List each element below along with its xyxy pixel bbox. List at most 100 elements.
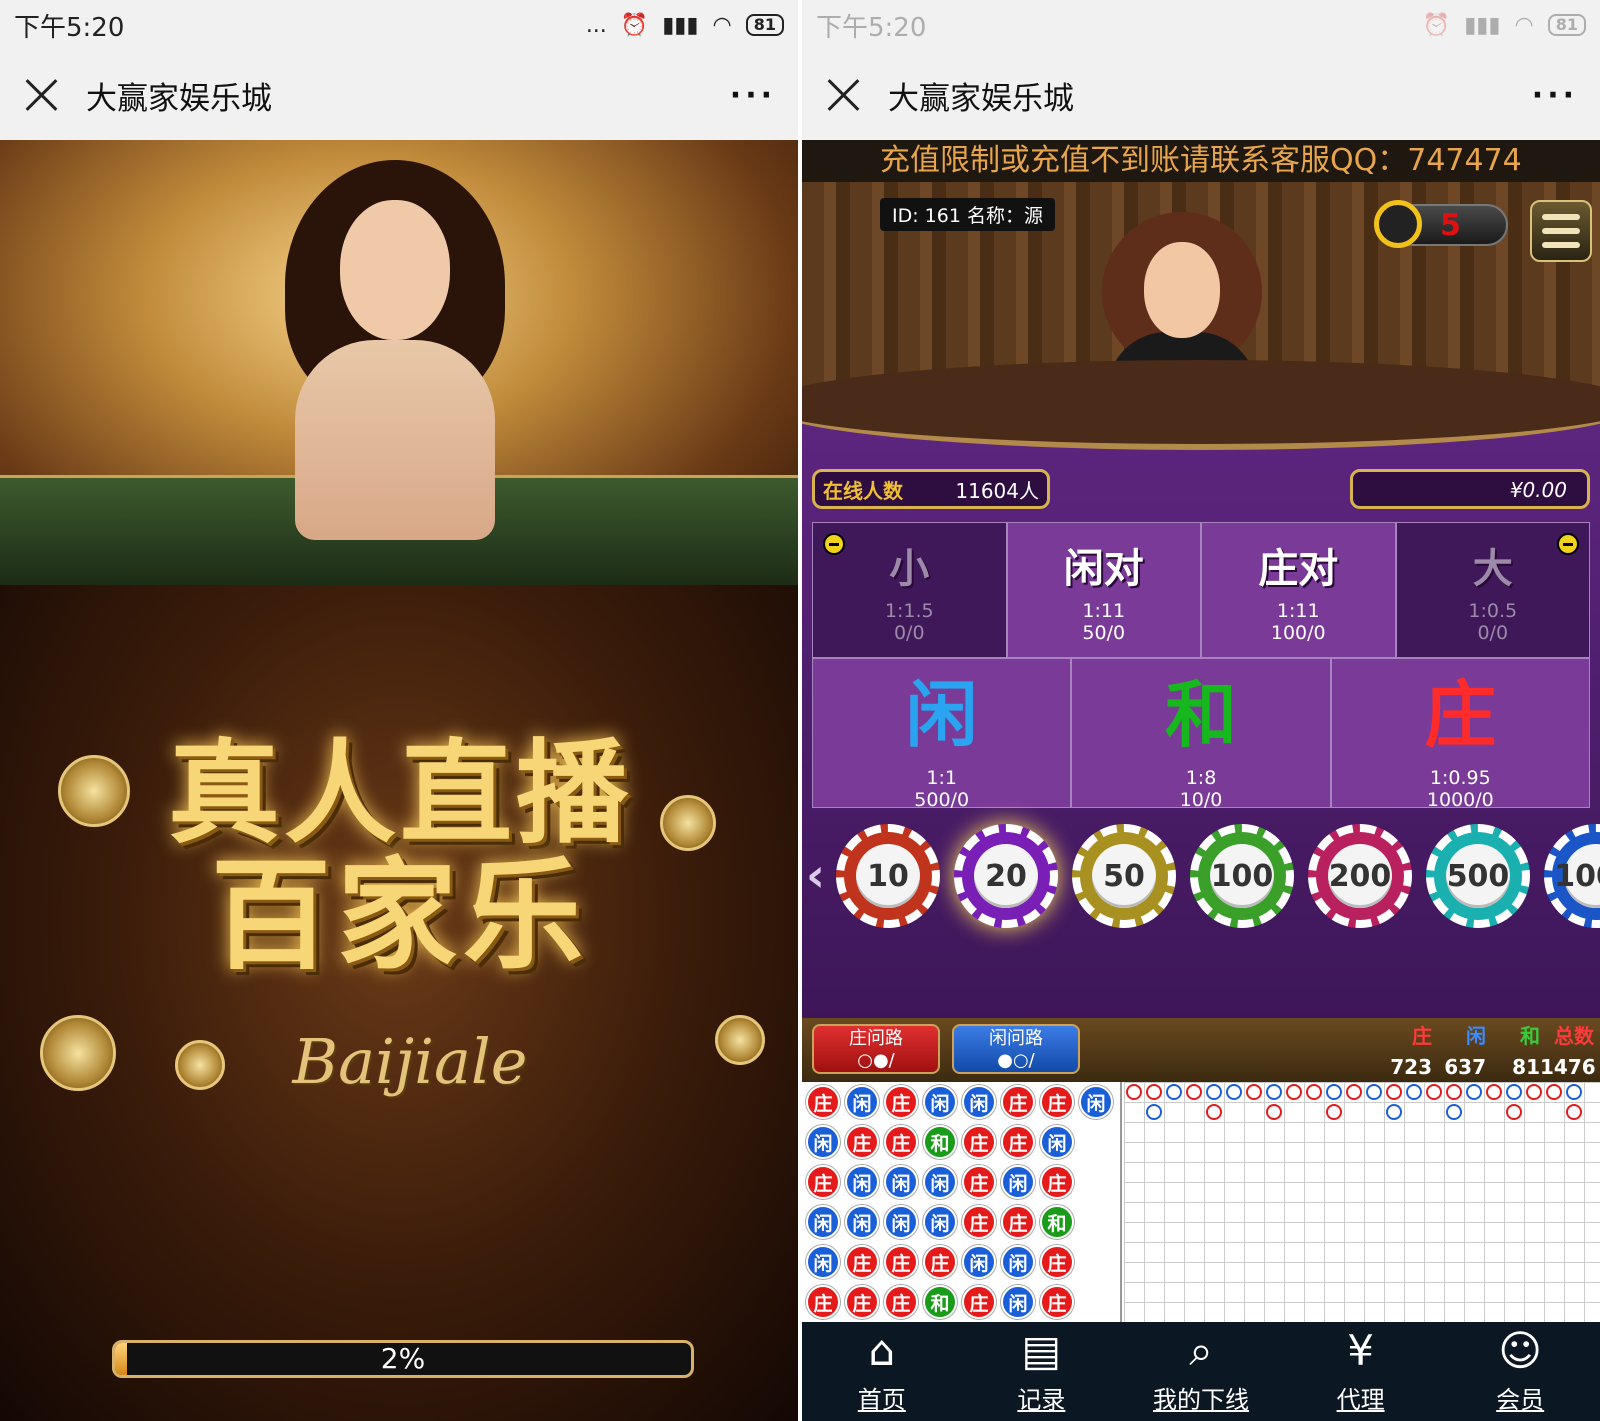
tab-label: 我的下线 bbox=[1152, 1386, 1249, 1414]
stat-header: 闲 bbox=[1466, 1024, 1486, 1048]
bead-cell: 闲 bbox=[845, 1165, 879, 1199]
big-road-mark bbox=[1326, 1104, 1342, 1120]
bead-cell: 庄 bbox=[884, 1125, 918, 1159]
wifi-icon: ◠ bbox=[1514, 12, 1534, 38]
stat-value: 723 bbox=[1390, 1055, 1432, 1079]
tab-label: 代理 bbox=[1336, 1386, 1385, 1414]
left-screen: 下午5:20 ... ⏰ ▮▮▮ ◠ 81 大赢家娱乐城 ··· 真人直播 百家… bbox=[0, 0, 798, 1421]
chip-500[interactable]: 500 bbox=[1426, 824, 1530, 928]
bet-odds: 1:11 bbox=[1276, 600, 1320, 622]
bead-cell: 闲 bbox=[1079, 1085, 1113, 1119]
dots-icon: ... bbox=[585, 12, 607, 38]
bead-cell: 庄 bbox=[1040, 1085, 1074, 1119]
bead-cell: 庄 bbox=[1001, 1205, 1035, 1239]
road-maps: 庄闲庄闲闲庄庄闲闲庄庄和庄庄闲庄闲闲闲庄闲庄闲闲闲闲庄庄和闲庄庄庄闲闲庄庄庄庄和… bbox=[802, 1082, 1600, 1322]
battery-icon: 81 bbox=[1547, 14, 1586, 36]
main-bet-2[interactable]: 庄 1:0.95 1000/0 bbox=[1330, 658, 1590, 811]
gold-coin bbox=[175, 1040, 225, 1090]
stat-value: 81 bbox=[1512, 1055, 1540, 1079]
bead-cell: 闲 bbox=[806, 1245, 840, 1279]
bead-cell: 闲 bbox=[845, 1085, 879, 1119]
bet-cell-0[interactable]: 小 1:1.5 0/0 bbox=[812, 522, 1007, 658]
chip-selector: ‹ › 1020501002005001000 bbox=[802, 808, 1600, 938]
big-road-mark bbox=[1146, 1084, 1162, 1100]
bead-cell: 闲 bbox=[1001, 1165, 1035, 1199]
big-road-mark bbox=[1526, 1084, 1542, 1100]
document-icon: ▤ bbox=[1021, 1326, 1062, 1375]
balance-display: ¥0.00 bbox=[1350, 469, 1590, 509]
app-titlebar: 大赢家娱乐城 ··· bbox=[802, 50, 1600, 140]
player-ask-road-button[interactable]: 闲问路 ●○/ bbox=[952, 1024, 1080, 1074]
more-button[interactable]: ··· bbox=[1532, 78, 1578, 113]
bead-cell: 庄 bbox=[962, 1205, 996, 1239]
hostess-image bbox=[265, 160, 525, 540]
main-bets: 闲 1:1 500/0 和 1:8 10/0 庄 1:0.95 1000/0 bbox=[812, 658, 1590, 811]
bet-name: 小 bbox=[889, 546, 930, 592]
chip-100[interactable]: 100 bbox=[1190, 824, 1294, 928]
big-road-mark bbox=[1366, 1084, 1382, 1100]
big-road-mark bbox=[1466, 1084, 1482, 1100]
chip-200[interactable]: 200 bbox=[1308, 824, 1412, 928]
home-icon: ⌂ bbox=[868, 1326, 896, 1375]
chip-20[interactable]: 20 bbox=[954, 824, 1058, 928]
menu-button[interactable] bbox=[1530, 200, 1592, 262]
page-title: 大赢家娱乐城 bbox=[888, 80, 1074, 117]
bead-cell: 闲 bbox=[962, 1085, 996, 1119]
search-icon: ⌕ bbox=[1189, 1326, 1213, 1375]
main-bet-0[interactable]: 闲 1:1 500/0 bbox=[812, 658, 1072, 811]
headline-line1: 真人直播 bbox=[168, 728, 632, 859]
bet-count: 0/0 bbox=[893, 622, 925, 644]
button-sub: ○●/ bbox=[857, 1050, 895, 1071]
bead-cell: 庄 bbox=[1001, 1085, 1035, 1119]
tab-document[interactable]: ▤ 记录 bbox=[962, 1322, 1122, 1421]
bead-cell: 闲 bbox=[806, 1125, 840, 1159]
chip-value: 50 bbox=[1092, 844, 1156, 908]
app-titlebar: 大赢家娱乐城 ··· bbox=[0, 50, 798, 140]
tab-search[interactable]: ⌕ 我的下线 bbox=[1121, 1322, 1281, 1421]
big-road-mark bbox=[1566, 1084, 1582, 1100]
chip-value: 100 bbox=[1210, 844, 1274, 908]
bottom-tab-bar: ⌂ 首页 ▤ 记录 ⌕ 我的下线 ¥ 代理 ☺ 会员 bbox=[802, 1322, 1600, 1421]
signal-icon: ▮▮▮ bbox=[1464, 12, 1501, 38]
big-road-mark bbox=[1146, 1104, 1162, 1120]
chip-1000[interactable]: 1000 bbox=[1544, 824, 1600, 928]
headline-line2: 百家乐 bbox=[211, 844, 589, 986]
chip-value: 500 bbox=[1446, 844, 1510, 908]
minus-icon[interactable] bbox=[1557, 533, 1579, 555]
bead-cell: 庄 bbox=[1001, 1125, 1035, 1159]
bet-odds: 1:1.5 bbox=[884, 600, 934, 622]
chevron-left-icon[interactable]: ‹ bbox=[806, 848, 825, 902]
minus-icon[interactable] bbox=[823, 533, 845, 555]
bead-cell: 和 bbox=[923, 1285, 957, 1319]
close-icon[interactable] bbox=[824, 76, 862, 114]
bead-cell bbox=[1077, 1282, 1116, 1322]
bet-odds: 1:1 bbox=[926, 766, 957, 789]
bead-cell: 庄 bbox=[845, 1245, 879, 1279]
close-icon[interactable] bbox=[22, 76, 60, 114]
stat-value: 637 bbox=[1444, 1055, 1486, 1079]
bead-cell: 闲 bbox=[962, 1245, 996, 1279]
big-road-mark bbox=[1406, 1084, 1422, 1100]
tab-user[interactable]: ☺ 会员 bbox=[1440, 1322, 1600, 1421]
button-label: 闲问路 bbox=[989, 1028, 1043, 1049]
more-button[interactable]: ··· bbox=[730, 78, 776, 113]
status-bar: 下午5:20 ... ⏰ ▮▮▮ ◠ 81 bbox=[0, 0, 798, 50]
bead-cell: 庄 bbox=[923, 1245, 957, 1279]
main-bet-1[interactable]: 和 1:8 10/0 bbox=[1071, 658, 1331, 811]
chip-50[interactable]: 50 bbox=[1072, 824, 1176, 928]
bead-cell: 闲 bbox=[1001, 1285, 1035, 1319]
bet-cell-1[interactable]: 闲对 1:11 50/0 bbox=[1006, 522, 1201, 658]
big-road-mark bbox=[1386, 1104, 1402, 1120]
bet-cell-2[interactable]: 庄对 1:11 100/0 bbox=[1201, 522, 1396, 658]
bet-cell-3[interactable]: 大 1:0.5 0/0 bbox=[1395, 522, 1590, 658]
tab-yuan[interactable]: ¥ 代理 bbox=[1281, 1322, 1441, 1421]
bead-cell: 闲 bbox=[884, 1165, 918, 1199]
big-road-mark bbox=[1206, 1104, 1222, 1120]
bet-odds: 1:8 bbox=[1185, 766, 1217, 789]
banker-ask-road-button[interactable]: 庄问路 ○●/ bbox=[812, 1024, 940, 1074]
big-road-mark bbox=[1266, 1084, 1282, 1100]
bead-cell: 闲 bbox=[845, 1205, 879, 1239]
big-road-mark bbox=[1486, 1084, 1502, 1100]
chip-10[interactable]: 10 bbox=[836, 824, 940, 928]
tab-home[interactable]: ⌂ 首页 bbox=[802, 1322, 962, 1421]
